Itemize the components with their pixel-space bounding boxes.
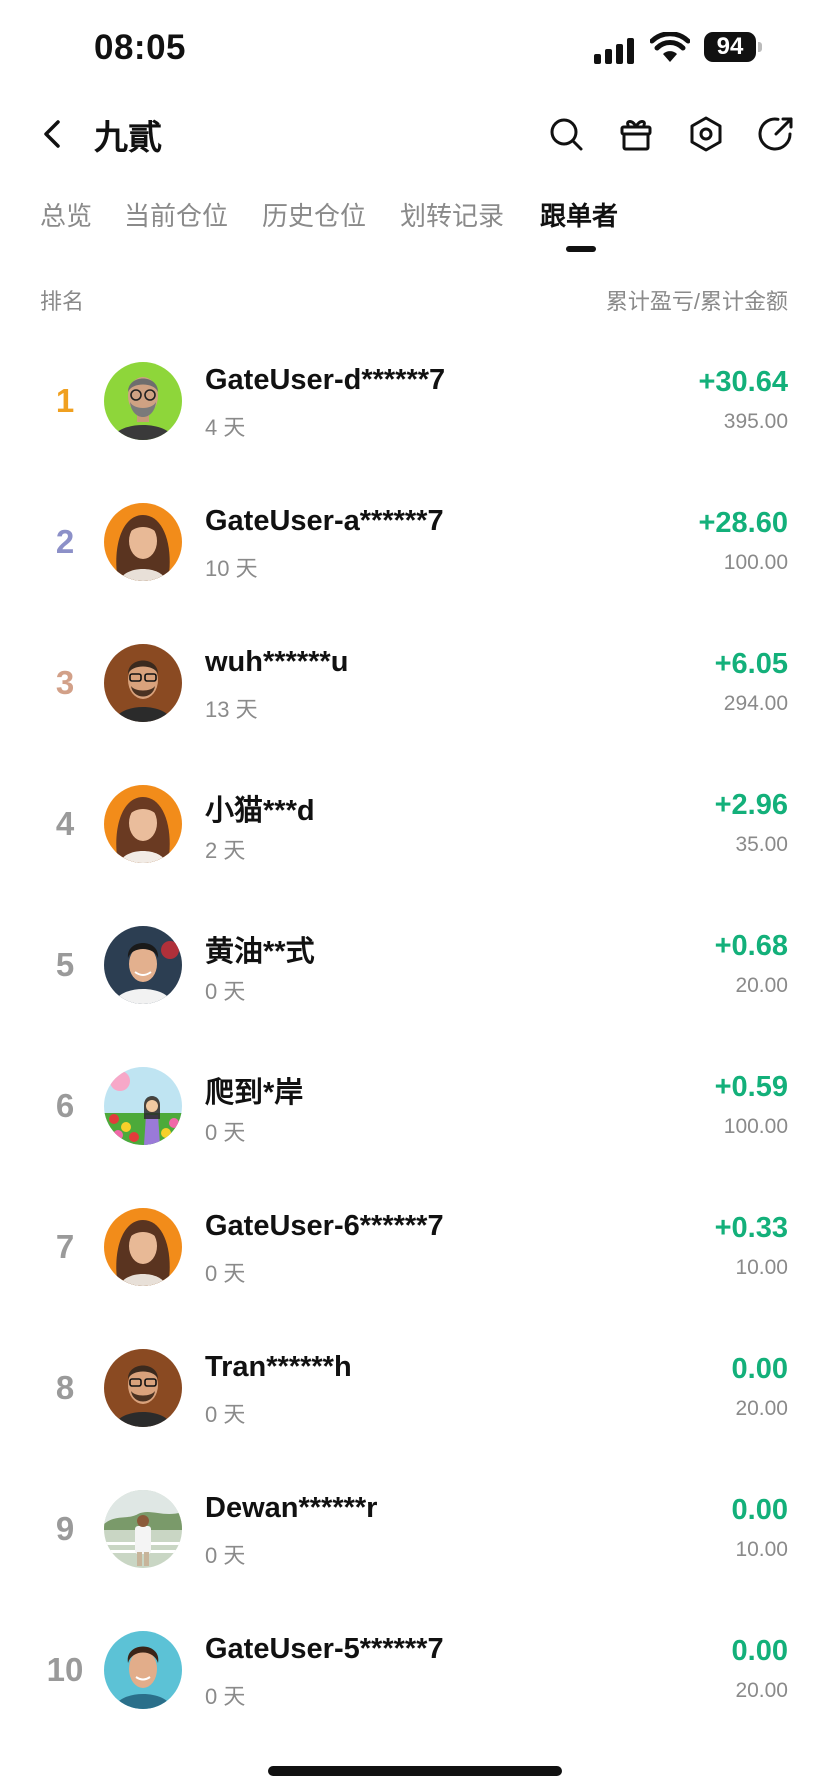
- avatar: [104, 785, 182, 863]
- cumulative-pnl: 0.00: [731, 1635, 788, 1667]
- active-tab-indicator: [566, 246, 596, 252]
- follower-name: 黄油**式: [205, 936, 315, 968]
- follow-duration: 0 天: [205, 1120, 246, 1145]
- battery-cap: [758, 42, 762, 52]
- list-header: 排名 累计盈亏/累计金额: [0, 284, 828, 320]
- share-icon[interactable]: [756, 114, 796, 154]
- cumulative-pnl: +0.59: [714, 1071, 788, 1103]
- follow-duration: 0 天: [205, 1402, 246, 1427]
- avatar: [104, 1490, 182, 1568]
- follower-name: GateUser-d******7: [205, 364, 446, 396]
- cumulative-pnl: +6.05: [714, 648, 788, 680]
- home-indicator[interactable]: [268, 1766, 562, 1776]
- avatar: [104, 1349, 182, 1427]
- rank-number: 7: [55, 1228, 75, 1265]
- cumulative-amount: 100.00: [723, 551, 788, 574]
- follow-duration: 2 天: [205, 838, 246, 863]
- cumulative-pnl: +0.68: [714, 930, 788, 962]
- cumulative-amount: 20.00: [735, 1397, 788, 1420]
- wifi-icon: [650, 32, 690, 62]
- follower-row[interactable]: 10 GateUser-5******7 0 天 0.00 20.00: [0, 1611, 828, 1752]
- follower-row[interactable]: 6 爬到*岸 0 天 +0.59 100.00: [0, 1047, 828, 1188]
- cumulative-amount: 20.00: [735, 974, 788, 997]
- avatar: [104, 644, 182, 722]
- follow-duration: 0 天: [205, 1261, 246, 1286]
- follow-duration: 4 天: [205, 415, 246, 440]
- avatar: [104, 362, 182, 440]
- cumulative-pnl: 0.00: [731, 1494, 788, 1526]
- page-title: 九貳: [94, 119, 162, 157]
- follower-row[interactable]: 5 黄油**式 0 天 +0.68 20.00: [0, 906, 828, 1047]
- follower-name: 小猫***d: [205, 795, 315, 827]
- cumulative-pnl: 0.00: [731, 1353, 788, 1385]
- follower-row[interactable]: 1 GateUser-d******7 4 天 +30.64 395.00: [0, 342, 828, 483]
- follower-row[interactable]: 4 小猫***d 2 天 +2.96 35.00: [0, 765, 828, 906]
- tab-bar: 总览 当前仓位 历史仓位 划转记录 跟单者: [0, 190, 828, 260]
- search-icon[interactable]: [546, 114, 586, 154]
- follower-row[interactable]: 3 wuh******u 13 天 +6.05 294.00: [0, 624, 828, 765]
- follower-name: GateUser-a******7: [205, 505, 444, 537]
- follower-name: wuh******u: [205, 646, 349, 678]
- cumulative-amount: 395.00: [723, 410, 788, 433]
- cumulative-amount: 100.00: [723, 1115, 788, 1138]
- follower-row[interactable]: 7 GateUser-6******7 0 天 +0.33 10.00: [0, 1188, 828, 1329]
- back-arrow-icon[interactable]: [34, 114, 70, 154]
- rank-number: 10: [46, 1651, 84, 1688]
- tab-current-positions[interactable]: 当前仓位: [124, 196, 228, 233]
- rank-column-header: 排名: [40, 289, 85, 314]
- rank-number: 4: [55, 805, 75, 842]
- follow-duration: 10 天: [205, 556, 258, 581]
- follower-name: 爬到*岸: [205, 1077, 304, 1109]
- rank-number: 3: [55, 664, 75, 701]
- rank-number: 2: [55, 523, 75, 560]
- follower-row[interactable]: 2 GateUser-a******7 10 天 +28.60 100.00: [0, 483, 828, 624]
- nav-bar: 九貳: [0, 96, 828, 172]
- cumulative-amount: 20.00: [735, 1679, 788, 1702]
- follow-duration: 0 天: [205, 1543, 246, 1568]
- rank-number: 6: [55, 1087, 75, 1124]
- settings-hexagon-icon[interactable]: [686, 114, 726, 154]
- cumulative-amount: 10.00: [735, 1538, 788, 1561]
- tab-followers[interactable]: 跟单者: [540, 196, 618, 233]
- follower-name: Dewan******r: [205, 1492, 378, 1524]
- tab-transfer-records[interactable]: 划转记录: [400, 196, 504, 233]
- follower-list: 1 GateUser-d******7 4 天 +30.64 395.00 2 …: [0, 342, 828, 1752]
- cumulative-pnl: +30.64: [698, 366, 788, 398]
- cumulative-pnl: +28.60: [698, 507, 788, 539]
- avatar: [104, 1631, 182, 1709]
- follower-name: Tran******h: [205, 1351, 352, 1383]
- cellular-signal-icon: [594, 36, 638, 64]
- follow-duration: 13 天: [205, 697, 258, 722]
- cumulative-amount: 35.00: [735, 833, 788, 856]
- tab-history-positions[interactable]: 历史仓位: [262, 196, 366, 233]
- cumulative-pnl: +2.96: [714, 789, 788, 821]
- follow-duration: 0 天: [205, 979, 246, 1004]
- gift-icon[interactable]: [616, 114, 656, 154]
- cumulative-pnl: +0.33: [714, 1212, 788, 1244]
- follower-name: GateUser-5******7: [205, 1633, 444, 1665]
- rank-number: 5: [55, 946, 75, 983]
- follower-row[interactable]: 9 Dewan******r 0 天 0.00 10.00: [0, 1470, 828, 1611]
- cumulative-amount: 294.00: [723, 692, 788, 715]
- follower-name: GateUser-6******7: [205, 1210, 444, 1242]
- avatar: [104, 926, 182, 1004]
- rank-number: 8: [55, 1369, 75, 1406]
- rank-number: 1: [55, 382, 75, 419]
- follow-duration: 0 天: [205, 1684, 246, 1709]
- pnl-amount-column-header: 累计盈亏/累计金额: [605, 289, 788, 314]
- avatar: [104, 1067, 182, 1145]
- rank-number: 9: [55, 1510, 75, 1547]
- avatar: [104, 1208, 182, 1286]
- cumulative-amount: 10.00: [735, 1256, 788, 1279]
- follower-row[interactable]: 8 Tran******h 0 天 0.00 20.00: [0, 1329, 828, 1470]
- status-time: 08:05: [94, 28, 187, 67]
- tab-overview[interactable]: 总览: [40, 196, 92, 233]
- status-bar: 08:05 94: [0, 0, 828, 96]
- avatar: [104, 503, 182, 581]
- battery-indicator: 94: [704, 32, 756, 62]
